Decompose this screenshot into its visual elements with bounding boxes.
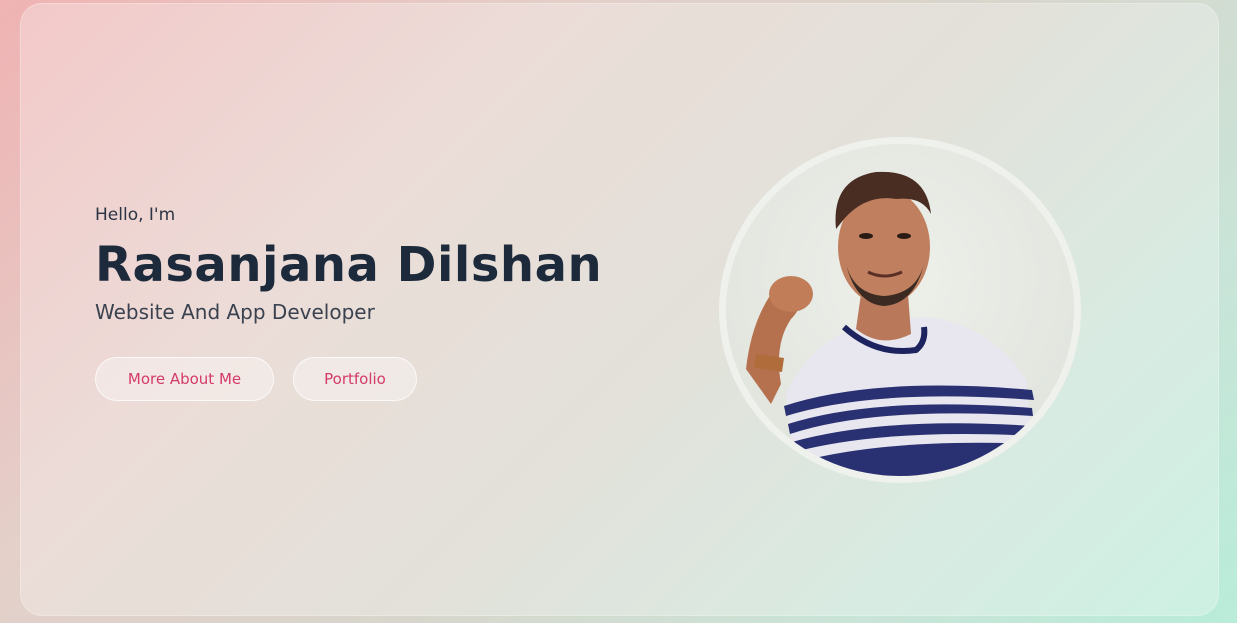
portfolio-button[interactable]: Portfolio	[293, 357, 417, 401]
profile-avatar	[719, 137, 1081, 483]
profile-photo-illustration	[746, 171, 1036, 476]
hero-name: Rasanjana Dilshan	[95, 237, 603, 293]
hero-buttons: More About Me Portfolio	[95, 357, 602, 401]
greeting-text: Hello, I'm	[95, 205, 176, 225]
hero-role: Website And App Developer	[95, 300, 375, 324]
hero-text-block: Hello, I'm Rasanjana Dilshan Website And…	[95, 203, 602, 401]
more-about-me-button[interactable]: More About Me	[95, 357, 274, 401]
